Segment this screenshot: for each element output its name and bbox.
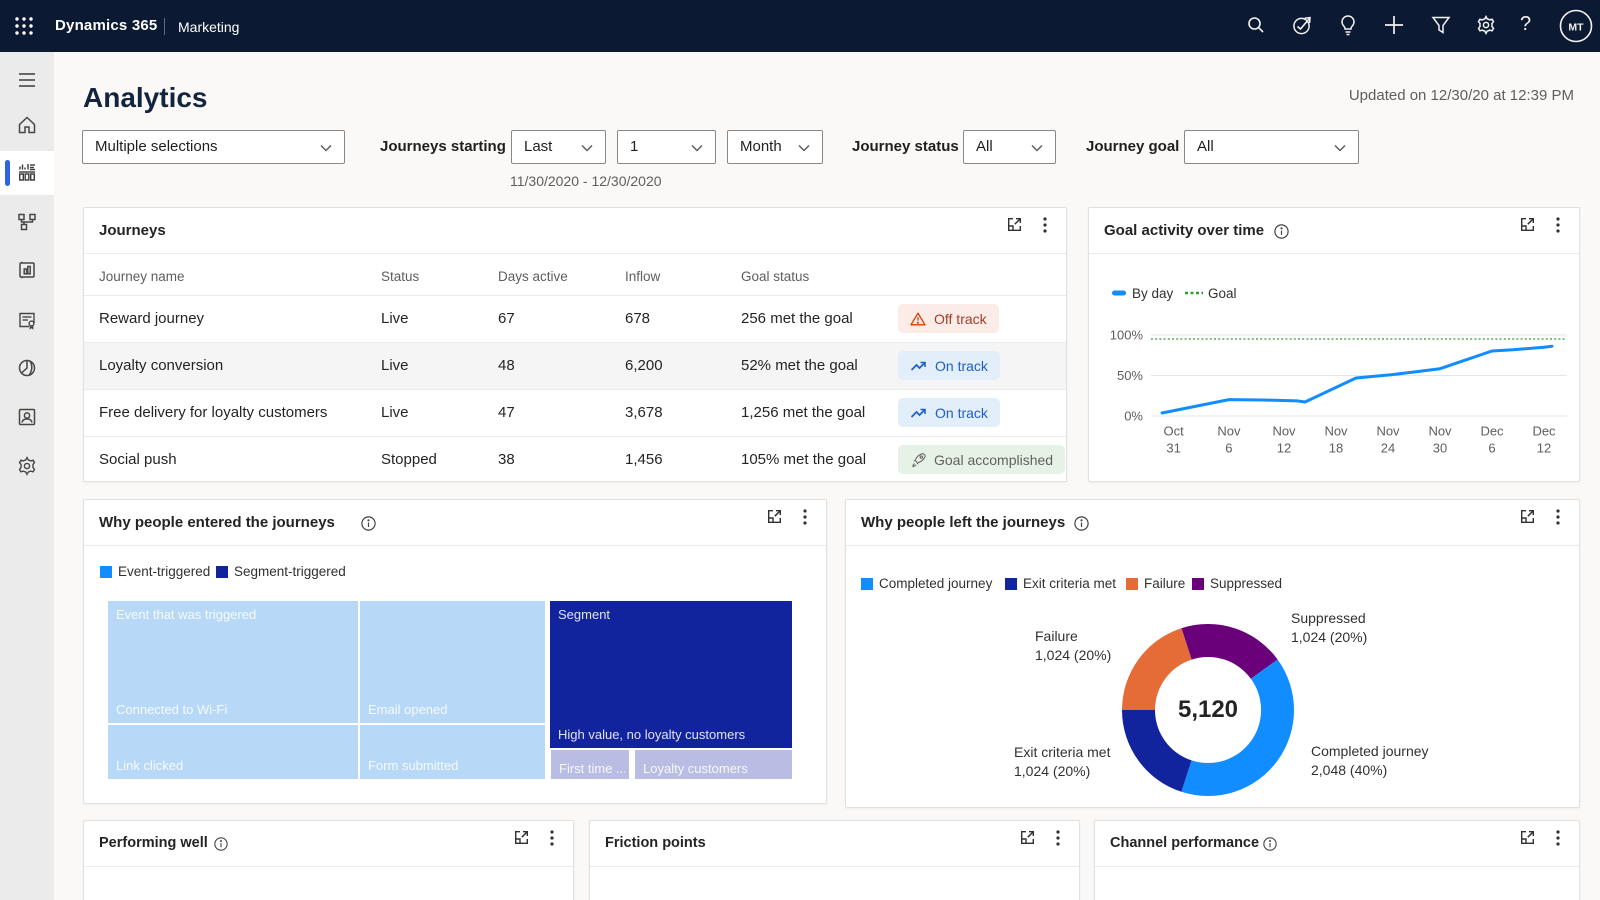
svg-text:12: 12	[1537, 441, 1551, 456]
svg-text:6: 6	[1225, 441, 1232, 456]
svg-text:1,024 (20%): 1,024 (20%)	[1291, 629, 1367, 645]
svg-text:6: 6	[1488, 441, 1495, 456]
svg-text:By day: By day	[1132, 286, 1174, 301]
svg-text:0%: 0%	[1124, 409, 1143, 424]
svg-text:5,120: 5,120	[1178, 696, 1238, 723]
svg-text:31: 31	[1166, 441, 1180, 456]
svg-text:Suppressed: Suppressed	[1291, 610, 1366, 626]
svg-text:18: 18	[1329, 441, 1343, 456]
svg-text:Dec: Dec	[1480, 424, 1504, 439]
svg-text:Nov: Nov	[1376, 424, 1400, 439]
svg-text:100%: 100%	[1110, 328, 1144, 343]
svg-text:Goal: Goal	[1208, 286, 1237, 301]
svg-text:1,024 (20%): 1,024 (20%)	[1035, 647, 1111, 663]
svg-text:Completed journey: Completed journey	[1311, 743, 1429, 759]
svg-text:30: 30	[1433, 441, 1447, 456]
svg-text:50%: 50%	[1117, 368, 1143, 383]
svg-text:24: 24	[1381, 441, 1395, 456]
svg-text:Nov: Nov	[1324, 424, 1348, 439]
svg-text:MT: MT	[1568, 22, 1584, 34]
svg-text:Dec: Dec	[1532, 424, 1556, 439]
svg-text:Failure: Failure	[1035, 628, 1078, 644]
svg-text:Nov: Nov	[1272, 424, 1296, 439]
svg-text:Nov: Nov	[1217, 424, 1241, 439]
svg-text:1,024 (20%): 1,024 (20%)	[1014, 763, 1090, 779]
svg-text:Nov: Nov	[1428, 424, 1452, 439]
svg-text:Oct: Oct	[1163, 424, 1184, 439]
svg-text:12: 12	[1277, 441, 1291, 456]
svg-text:Exit criteria met: Exit criteria met	[1014, 744, 1111, 760]
svg-text:2,048 (40%): 2,048 (40%)	[1311, 762, 1387, 778]
